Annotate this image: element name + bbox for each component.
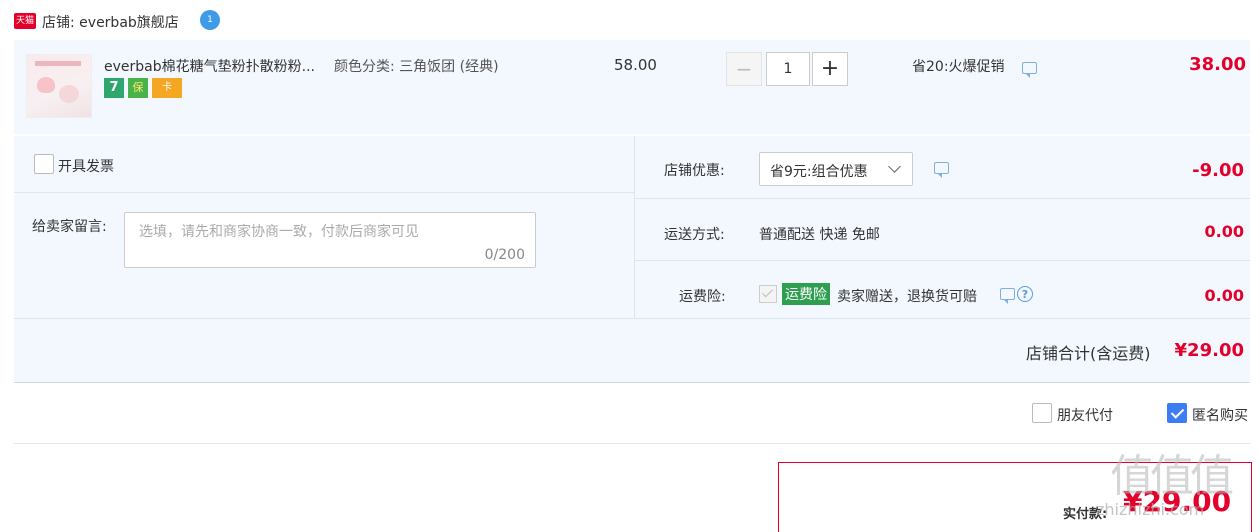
badge-7day-return-icon: 7 [104, 78, 124, 98]
check-icon [1170, 405, 1185, 419]
tmall-logo-icon: 天猫 [14, 13, 36, 29]
badge-card-icon: 卡 [152, 78, 182, 98]
friend-pay-label: 朋友代付 [1057, 408, 1113, 424]
quantity-decrease-button[interactable]: − [726, 52, 762, 86]
insurance-message-icon[interactable] [1000, 288, 1015, 304]
badge-guarantee-text: 保 [132, 81, 144, 94]
insurance-label: 运费险: [679, 289, 726, 305]
product-title-link[interactable]: everbab棉花糖气垫粉扑散粉粉... [104, 56, 315, 76]
invoice-label: 开具发票 [58, 159, 114, 175]
unit-price: 58.00 [614, 56, 657, 74]
anonymous-checkbox[interactable] [1167, 403, 1187, 423]
discount-message-icon[interactable] [934, 162, 949, 178]
shop-total-label: 店铺合计(含运费) [1026, 344, 1151, 363]
product-thumbnail[interactable] [26, 54, 92, 118]
badge-7-text: 7 [109, 80, 119, 95]
quantity-input[interactable]: 1 [766, 52, 810, 86]
help-icon[interactable]: ? [1017, 286, 1033, 302]
insurance-desc: 卖家赠送，退换货可赔 [837, 289, 977, 305]
friend-pay-checkbox[interactable] [1032, 403, 1052, 423]
quantity-stepper: − 1 + [726, 52, 848, 88]
shop-name-link[interactable]: 店铺: everbab旗舰店 [42, 12, 179, 32]
item-subtotal: 38.00 [1189, 54, 1246, 75]
chat-badge: 1 [207, 15, 213, 25]
badge-guarantee-icon: 保 [128, 78, 148, 98]
badge-card-text: 卡 [162, 82, 172, 93]
minus-icon: − [735, 57, 753, 81]
shop-total-amount: ¥29.00 [1174, 340, 1244, 361]
shipping-value: 普通配送 快递 免邮 [759, 227, 880, 243]
shipping-amount: 0.00 [1204, 222, 1244, 241]
chevron-down-icon [888, 160, 901, 173]
plus-icon: + [820, 56, 840, 81]
invoice-checkbox[interactable] [34, 154, 54, 174]
shipping-label: 运送方式: [664, 227, 725, 243]
quantity-value: 1 [783, 61, 793, 77]
anonymous-label: 匿名购买 [1192, 408, 1248, 424]
insurance-checkbox [759, 285, 777, 303]
message-label: 给卖家留言: [32, 219, 107, 235]
watermark-logo: 值值值 [1110, 451, 1234, 502]
insurance-amount: 0.00 [1204, 286, 1244, 305]
insurance-tag: 运费险 [782, 283, 830, 305]
item-row: everbab棉花糖气垫粉扑散粉粉... 颜色分类: 三角饭团 (经典) 7 保… [14, 40, 1250, 134]
shop-discount-amount: -9.00 [1192, 160, 1244, 181]
shop-header: 天猫 店铺: everbab旗舰店 1 [14, 10, 414, 34]
promo-text: 省20:火爆促销 [912, 59, 1005, 75]
check-icon [762, 286, 773, 298]
message-placeholder: 选填，请先和商家协商一致，付款后商家可见 [139, 224, 419, 240]
sku-spec: 颜色分类: 三角饭团 (经典) [334, 59, 499, 75]
quantity-increase-button[interactable]: + [812, 52, 848, 86]
shop-discount-label: 店铺优惠: [664, 163, 725, 179]
watermark-url: zhizhizhi.com [1096, 500, 1205, 519]
message-counter: 0/200 [484, 247, 525, 263]
message-textarea[interactable]: 选填，请先和商家协商一致，付款后商家可见 0/200 [124, 212, 536, 268]
shop-discount-value: 省9元:组合优惠 [770, 164, 868, 180]
promo-message-icon[interactable] [1022, 62, 1037, 78]
chat-bubble-icon[interactable]: 1 [200, 10, 220, 30]
order-options-panel: 开具发票 给卖家留言: 选填，请先和商家协商一致，付款后商家可见 0/200 店… [14, 136, 1250, 383]
shop-discount-select[interactable]: 省9元:组合优惠 [759, 152, 913, 186]
